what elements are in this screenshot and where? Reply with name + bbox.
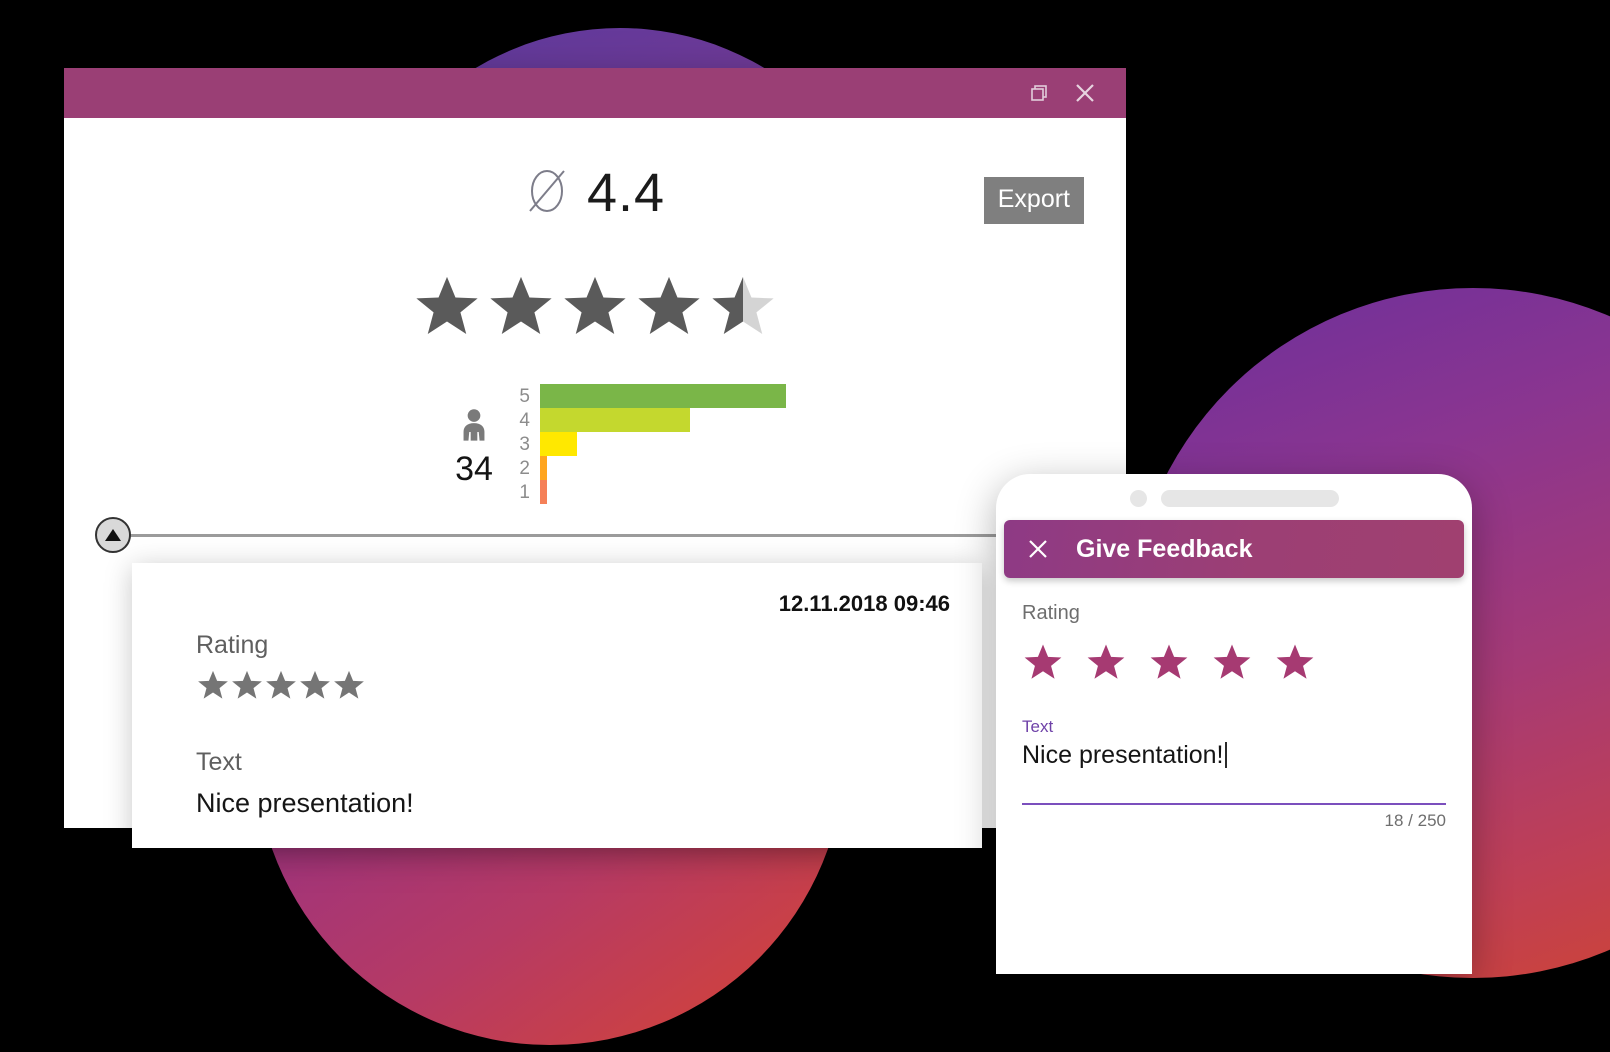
star-filled-icon	[638, 276, 700, 334]
bar-track	[540, 432, 786, 456]
slider-handle[interactable]	[95, 517, 131, 553]
bar-label: 5	[519, 385, 530, 407]
feedback-rating-stars	[196, 668, 366, 702]
chart-bars: 5 4 3 2 1	[514, 384, 786, 504]
star-filled-icon	[300, 670, 330, 699]
star-filled-icon	[490, 276, 552, 334]
restore-window-icon[interactable]	[1016, 73, 1062, 113]
phone-appbar-title: Give Feedback	[1076, 534, 1253, 563]
camera-dot-icon	[1129, 489, 1147, 507]
bar-fill-3	[540, 432, 577, 456]
chart-bar-row: 4	[514, 408, 786, 432]
phone-input-underline	[1022, 803, 1446, 805]
chart-bar-row: 2	[514, 456, 786, 480]
star-filled-icon[interactable]	[1211, 641, 1253, 683]
chart-bar-row: 3	[514, 432, 786, 456]
person-icon	[455, 406, 493, 446]
feedback-card[interactable]: 12.11.2018 09:46 Rating Text Nice presen…	[132, 563, 982, 848]
star-filled-icon[interactable]	[1148, 641, 1190, 683]
bar-fill-2	[540, 456, 548, 480]
phone-mockup: Give Feedback Rating Text Nice presentat…	[996, 474, 1472, 974]
feedback-timestamp: 12.11.2018 09:46	[778, 591, 950, 616]
window-body: Export 4.4 34 5 4 3 2 1 12.11.2018 09:46…	[64, 118, 1126, 848]
star-filled-icon	[198, 670, 228, 699]
rating-distribution-chart: 34 5 4 3 2 1	[434, 384, 786, 504]
star-filled-icon	[334, 670, 364, 699]
average-score-value: 4.4	[586, 163, 666, 223]
text-caret	[1224, 742, 1227, 768]
average-score-row: 4.4	[64, 162, 1126, 224]
desktop-window: Export 4.4 34 5 4 3 2 1 12.11.2018 09:46…	[64, 68, 1126, 848]
bar-fill-1	[540, 480, 548, 504]
bar-track	[540, 384, 786, 408]
star-filled-icon[interactable]	[1085, 641, 1127, 683]
bar-fill-4	[540, 408, 691, 432]
bar-track	[540, 408, 786, 432]
screenshot-root: Export 4.4 34 5 4 3 2 1 12.11.2018 09:46…	[0, 0, 1610, 1052]
phone-character-counter: 18 / 250	[1384, 811, 1446, 830]
phone-appbar: Give Feedback	[1004, 520, 1464, 578]
bar-track	[540, 480, 786, 504]
average-star-rating	[64, 271, 1126, 341]
close-icon[interactable]	[1062, 73, 1108, 113]
close-icon[interactable]	[1026, 537, 1050, 561]
triangle-up-icon	[105, 529, 121, 541]
star-filled-icon[interactable]	[1274, 641, 1316, 683]
star-filled-icon[interactable]	[1022, 641, 1064, 683]
feedback-text-label: Text	[196, 748, 242, 776]
speaker-grille-icon	[1160, 489, 1339, 507]
chart-bar-row: 1	[514, 480, 786, 504]
timeline-slider[interactable]	[95, 517, 1095, 553]
bar-label: 4	[519, 409, 530, 431]
chart-bar-row: 5	[514, 384, 786, 408]
bar-label: 1	[519, 481, 530, 503]
diameter-average-icon	[525, 163, 569, 224]
slider-track[interactable]	[125, 534, 1095, 537]
star-filled-icon	[564, 276, 626, 334]
phone-text-label: Text	[1022, 717, 1054, 736]
feedback-rating-label: Rating	[196, 631, 269, 659]
bar-fill-5	[540, 384, 786, 408]
bar-label: 3	[519, 433, 530, 455]
star-filled-icon	[416, 276, 478, 334]
phone-text-input[interactable]: Nice presentation!	[1022, 741, 1446, 797]
window-titlebar	[64, 68, 1126, 118]
respondent-count: 34	[455, 450, 493, 488]
phone-rating-label: Rating	[1022, 602, 1080, 624]
phone-hardware-bar	[996, 474, 1472, 514]
feedback-text-value: Nice presentation!	[196, 788, 414, 818]
phone-text-value: Nice presentation!	[1022, 741, 1224, 769]
bar-track	[540, 456, 786, 480]
star-filled-icon	[266, 670, 296, 699]
phone-rating-stars[interactable]	[1022, 641, 1446, 683]
star-filled-icon	[232, 670, 262, 699]
phone-form: Rating Text Nice presentation! 18 / 250	[996, 578, 1472, 831]
respondent-summary: 34	[434, 384, 514, 489]
star-half-icon	[712, 276, 774, 334]
bar-label: 2	[519, 457, 530, 479]
